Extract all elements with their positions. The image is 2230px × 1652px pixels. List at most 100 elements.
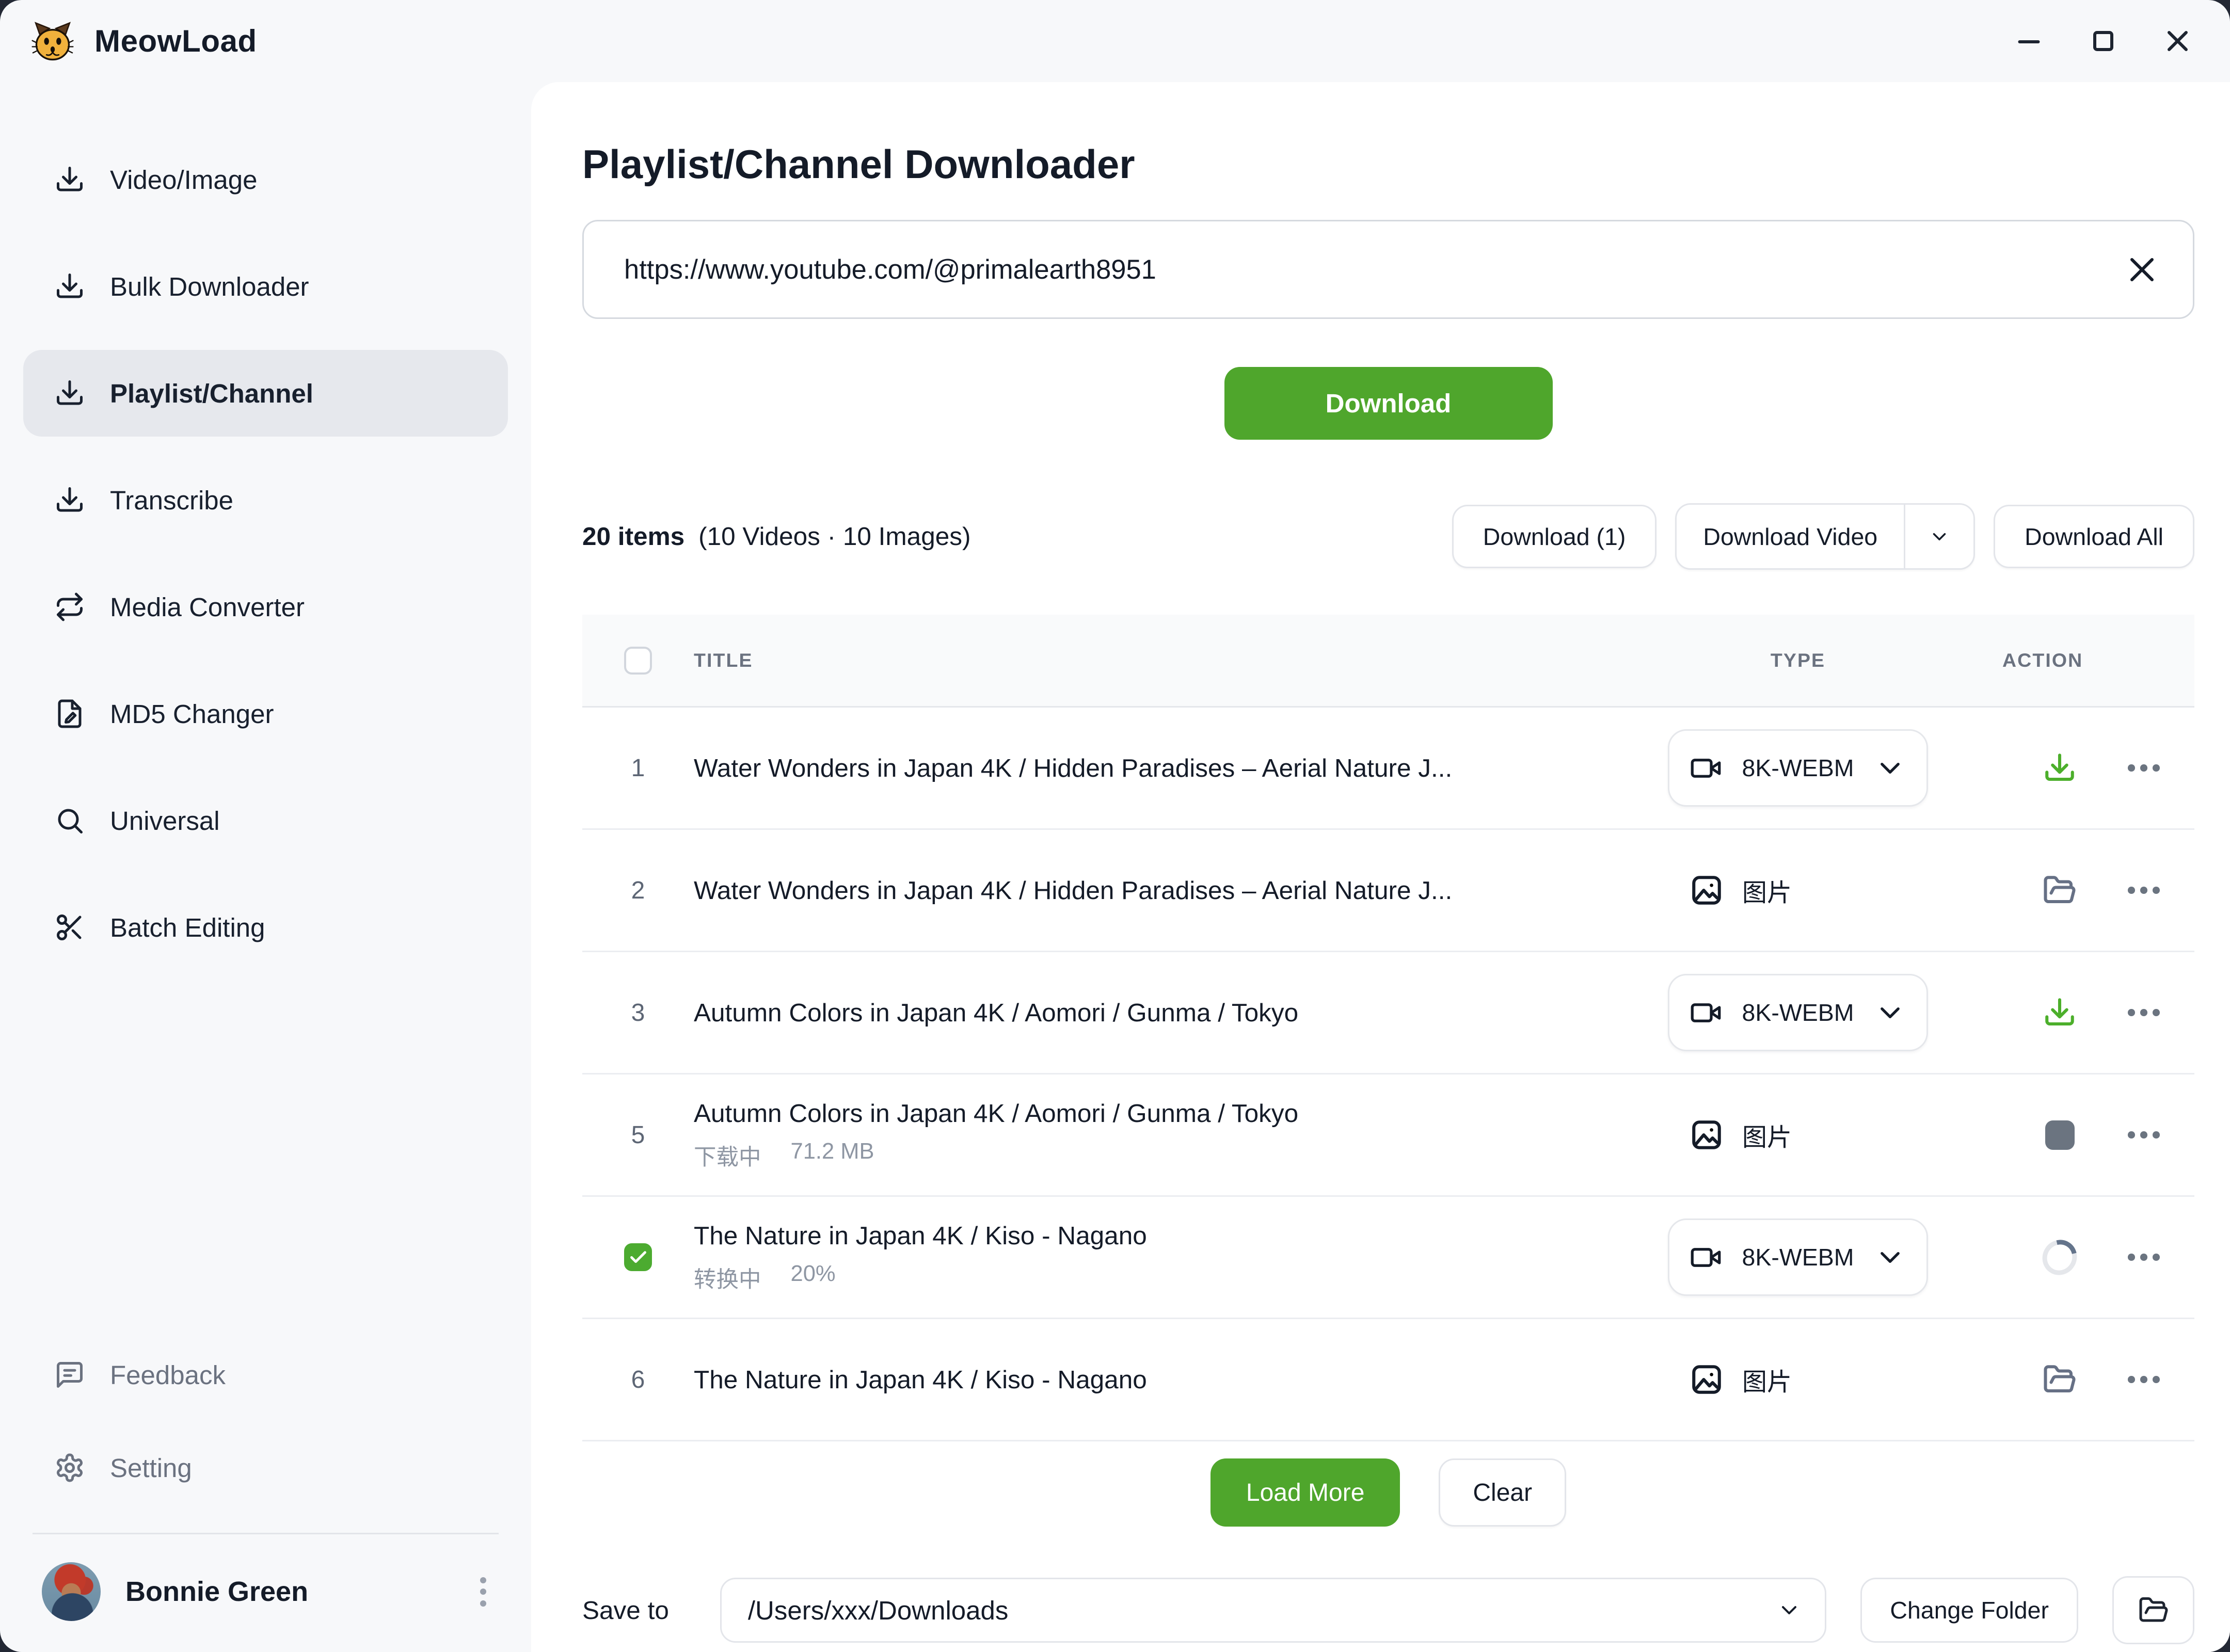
status-label: 转换中 bbox=[694, 1261, 761, 1294]
sidebar-item-playlist-channel[interactable]: Playlist/Channel bbox=[23, 350, 508, 437]
video-icon bbox=[1690, 1241, 1722, 1274]
row-menu-icon[interactable] bbox=[2128, 764, 2160, 772]
chevron-down-icon bbox=[1777, 1598, 1802, 1623]
row-menu-icon[interactable] bbox=[2128, 1131, 2160, 1138]
column-type: TYPE bbox=[1668, 649, 1928, 671]
save-location-bar: Save to /Users/xxx/Downloads Change Fold… bbox=[582, 1576, 2194, 1644]
clear-button[interactable]: Clear bbox=[1439, 1458, 1566, 1527]
row-checkbox[interactable] bbox=[624, 1243, 652, 1271]
download-icon bbox=[54, 485, 85, 516]
download-video-dropdown[interactable] bbox=[1905, 505, 1973, 568]
table-row: 1 Water Wonders in Japan 4K / Hidden Par… bbox=[582, 708, 2194, 830]
format-select[interactable]: 8K-WEBM bbox=[1668, 729, 1928, 807]
image-icon bbox=[1690, 1118, 1724, 1152]
download-button[interactable]: Download bbox=[1224, 367, 1553, 440]
image-icon bbox=[1690, 1362, 1724, 1397]
row-menu-icon[interactable] bbox=[2128, 887, 2160, 894]
download-icon bbox=[54, 164, 85, 195]
sidebar: Video/Image Bulk Downloader Playlist/Cha… bbox=[0, 82, 531, 1652]
sidebar-item-setting[interactable]: Setting bbox=[23, 1424, 508, 1511]
row-menu-icon[interactable] bbox=[2128, 1376, 2160, 1383]
item-title: Autumn Colors in Japan 4K / Aomori / Gun… bbox=[694, 998, 1631, 1028]
status-value: 71.2 MB bbox=[791, 1139, 874, 1172]
load-more-button[interactable]: Load More bbox=[1210, 1458, 1400, 1527]
url-input-box bbox=[582, 220, 2194, 319]
maximize-icon[interactable] bbox=[2091, 29, 2115, 54]
items-detail: (10 Videos · 10 Images) bbox=[698, 522, 970, 551]
app-logo: MeowLoad bbox=[31, 20, 257, 63]
open-save-folder-button[interactable] bbox=[2112, 1576, 2194, 1644]
sidebar-item-label: Bulk Downloader bbox=[110, 271, 309, 302]
table-header: TITLE TYPE ACTION bbox=[582, 615, 2194, 708]
user-profile[interactable]: Bonnie Green bbox=[23, 1553, 508, 1630]
main-panel: Playlist/Channel Downloader Download 20 … bbox=[531, 82, 2230, 1652]
scissors-icon bbox=[54, 912, 85, 943]
table-row: 2 Water Wonders in Japan 4K / Hidden Par… bbox=[582, 830, 2194, 952]
close-icon[interactable] bbox=[2165, 29, 2190, 54]
check-icon bbox=[628, 1247, 648, 1268]
item-title: Autumn Colors in Japan 4K / Aomori / Gun… bbox=[694, 1099, 1631, 1128]
image-icon bbox=[1690, 873, 1724, 907]
file-pen-icon bbox=[54, 698, 85, 729]
open-folder-icon[interactable] bbox=[2043, 1362, 2077, 1397]
sidebar-item-label: Media Converter bbox=[110, 592, 305, 622]
sidebar-divider bbox=[33, 1533, 499, 1534]
sidebar-item-bulk-downloader[interactable]: Bulk Downloader bbox=[23, 243, 508, 330]
download-video-button[interactable]: Download Video bbox=[1677, 505, 1905, 568]
chevron-down-icon bbox=[1929, 526, 1950, 548]
avatar bbox=[42, 1562, 101, 1621]
clear-input-icon[interactable] bbox=[2122, 249, 2162, 290]
download-item-icon[interactable] bbox=[2043, 751, 2077, 785]
sidebar-item-label: Video/Image bbox=[110, 165, 257, 195]
user-name: Bonnie Green bbox=[125, 1576, 308, 1608]
image-type: 图片 bbox=[1668, 1117, 1978, 1153]
row-menu-icon[interactable] bbox=[2128, 1009, 2160, 1016]
download-item-icon[interactable] bbox=[2043, 996, 2077, 1030]
format-select[interactable]: 8K-WEBM bbox=[1668, 974, 1928, 1051]
row-number: 1 bbox=[631, 754, 645, 782]
sidebar-item-universal[interactable]: Universal bbox=[23, 777, 508, 864]
format-select[interactable]: 8K-WEBM bbox=[1668, 1218, 1928, 1296]
stop-download-icon[interactable] bbox=[2043, 1118, 2077, 1152]
items-table: TITLE TYPE ACTION 1 Water Wonders in Jap… bbox=[582, 615, 2194, 1445]
sidebar-item-transcribe[interactable]: Transcribe bbox=[23, 457, 508, 543]
sidebar-item-video-image[interactable]: Video/Image bbox=[23, 136, 508, 223]
change-folder-button[interactable]: Change Folder bbox=[1860, 1578, 2078, 1643]
chevron-down-icon bbox=[1874, 1241, 1906, 1274]
item-title: The Nature in Japan 4K / Kiso - Nagano bbox=[694, 1365, 1631, 1394]
minimize-icon[interactable] bbox=[2016, 29, 2041, 54]
item-status: 转换中 20% bbox=[694, 1261, 1631, 1294]
summary-row: 20 items (10 Videos · 10 Images) Downloa… bbox=[582, 503, 2194, 570]
save-path-select[interactable]: /Users/xxx/Downloads bbox=[720, 1578, 1827, 1643]
format-label: 8K-WEBM bbox=[1736, 754, 1860, 782]
chat-icon bbox=[54, 1359, 85, 1390]
sidebar-item-batch-editing[interactable]: Batch Editing bbox=[23, 884, 508, 971]
sidebar-item-label: Feedback bbox=[110, 1360, 226, 1390]
download-toolbar: Download (1) Download Video Download All bbox=[1452, 503, 2194, 570]
table-row: 6 The Nature in Japan 4K / Kiso - Nagano… bbox=[582, 1319, 2194, 1441]
url-input[interactable] bbox=[621, 252, 2122, 287]
image-type: 图片 bbox=[1668, 1361, 1978, 1398]
table-row: Whispers of Nature / The Enchanting Eart… bbox=[582, 1441, 2194, 1445]
download-all-button[interactable]: Download All bbox=[1994, 505, 2194, 568]
item-title: Water Wonders in Japan 4K / Hidden Parad… bbox=[694, 753, 1631, 783]
sidebar-item-md5-changer[interactable]: MD5 Changer bbox=[23, 670, 508, 757]
open-folder-icon[interactable] bbox=[2043, 873, 2077, 907]
sidebar-item-feedback[interactable]: Feedback bbox=[23, 1332, 508, 1418]
download-selected-button[interactable]: Download (1) bbox=[1452, 505, 1657, 568]
app-window: MeowLoad Video/Image Bulk Downloader Pla… bbox=[0, 0, 2230, 1652]
video-icon bbox=[1690, 997, 1722, 1029]
item-status: 下载中 71.2 MB bbox=[694, 1139, 1631, 1172]
sidebar-item-label: Universal bbox=[110, 806, 220, 836]
item-title: The Nature in Japan 4K / Kiso - Nagano bbox=[694, 1221, 1631, 1250]
select-all-checkbox[interactable] bbox=[624, 647, 652, 675]
gear-icon bbox=[54, 1452, 85, 1483]
sidebar-item-media-converter[interactable]: Media Converter bbox=[23, 564, 508, 650]
format-label: 8K-WEBM bbox=[1736, 999, 1860, 1027]
row-number: 6 bbox=[631, 1366, 645, 1394]
user-menu-kebab-icon[interactable] bbox=[471, 1571, 496, 1613]
row-number: 5 bbox=[631, 1121, 645, 1149]
item-title: Water Wonders in Japan 4K / Hidden Parad… bbox=[694, 876, 1631, 905]
image-type-label: 图片 bbox=[1742, 1361, 1792, 1398]
row-menu-icon[interactable] bbox=[2128, 1254, 2160, 1261]
